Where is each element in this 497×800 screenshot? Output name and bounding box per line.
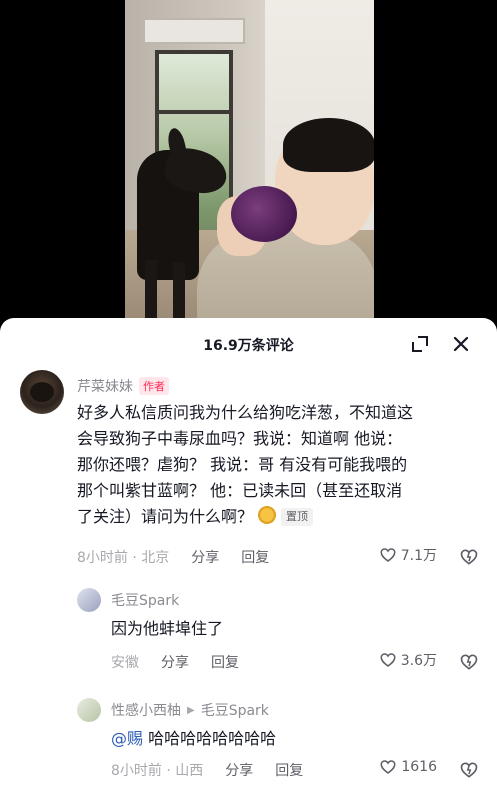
- pinned-badge: 置顶: [281, 508, 314, 526]
- video-frame: [125, 0, 374, 318]
- video-player[interactable]: [0, 0, 497, 318]
- reply-to-author[interactable]: 毛豆Spark: [201, 700, 269, 720]
- avatar[interactable]: [20, 370, 64, 414]
- dislike-icon[interactable]: [459, 652, 479, 672]
- like-count: 1616: [401, 759, 437, 775]
- reply-text[interactable]: @赐 哈哈哈哈哈哈哈哈: [111, 726, 276, 752]
- comment-time-location: 8小时前 · 北京: [77, 550, 170, 566]
- dislike-icon[interactable]: [459, 547, 479, 567]
- reply-button[interactable]: 回复: [211, 652, 239, 672]
- avatar[interactable]: [77, 698, 101, 722]
- mention-link[interactable]: @赐: [111, 729, 143, 748]
- window-blind: [143, 18, 245, 44]
- like-button[interactable]: 3.6万: [379, 650, 437, 670]
- reply-location: 安徽: [111, 655, 139, 671]
- emoji-sticker: [257, 506, 278, 526]
- reply-item: 性感小西柚 ▶ 毛豆Spark @赐 哈哈哈哈哈哈哈哈 8小时前 · 山西 分享…: [0, 698, 497, 790]
- reply-button[interactable]: 回复: [275, 760, 303, 780]
- comments-header: 16.9万条评论: [0, 318, 497, 370]
- comment-author[interactable]: 芹菜妹妹: [77, 376, 133, 396]
- heart-icon: [380, 760, 396, 774]
- comment-text[interactable]: 好多人私信质问我为什么给狗吃洋葱，不知道这 会导致狗子中毒尿血吗？我说：知道啊 …: [77, 400, 482, 530]
- red-cabbage: [231, 186, 297, 242]
- reply-time-location: 8小时前 · 山西: [111, 763, 204, 779]
- reply-button[interactable]: 回复: [241, 547, 269, 567]
- comment-item: 芹菜妹妹 作者 好多人私信质问我为什么给狗吃洋葱，不知道这 会导致狗子中毒尿血吗…: [0, 370, 497, 580]
- share-button[interactable]: 分享: [161, 652, 189, 672]
- close-icon[interactable]: [450, 333, 472, 355]
- share-button[interactable]: 分享: [191, 547, 219, 567]
- reply-item: 毛豆Spark 因为他蚌埠住了 安徽 分享 回复 3.6万: [0, 588, 497, 678]
- author-badge: 作者: [139, 377, 169, 395]
- like-count: 3.6万: [400, 653, 437, 669]
- reply-arrow-icon: ▶: [187, 704, 195, 716]
- dislike-icon[interactable]: [459, 760, 479, 780]
- expand-icon[interactable]: [410, 334, 430, 354]
- reply-author[interactable]: 性感小西柚: [111, 700, 181, 720]
- reply-text[interactable]: 因为他蚌埠住了: [111, 616, 223, 642]
- heart-icon: [380, 653, 396, 667]
- heart-icon: [380, 548, 396, 562]
- reply-author[interactable]: 毛豆Spark: [111, 590, 179, 610]
- comments-panel: 16.9万条评论 芹菜妹妹 作者 好多人私信质问我为什么给狗吃洋葱，不知道这 会…: [0, 318, 497, 800]
- like-button[interactable]: 7.1万: [379, 545, 437, 565]
- like-count: 7.1万: [400, 548, 437, 564]
- avatar[interactable]: [77, 588, 101, 612]
- share-button[interactable]: 分享: [225, 760, 253, 780]
- like-button[interactable]: 1616: [379, 758, 437, 776]
